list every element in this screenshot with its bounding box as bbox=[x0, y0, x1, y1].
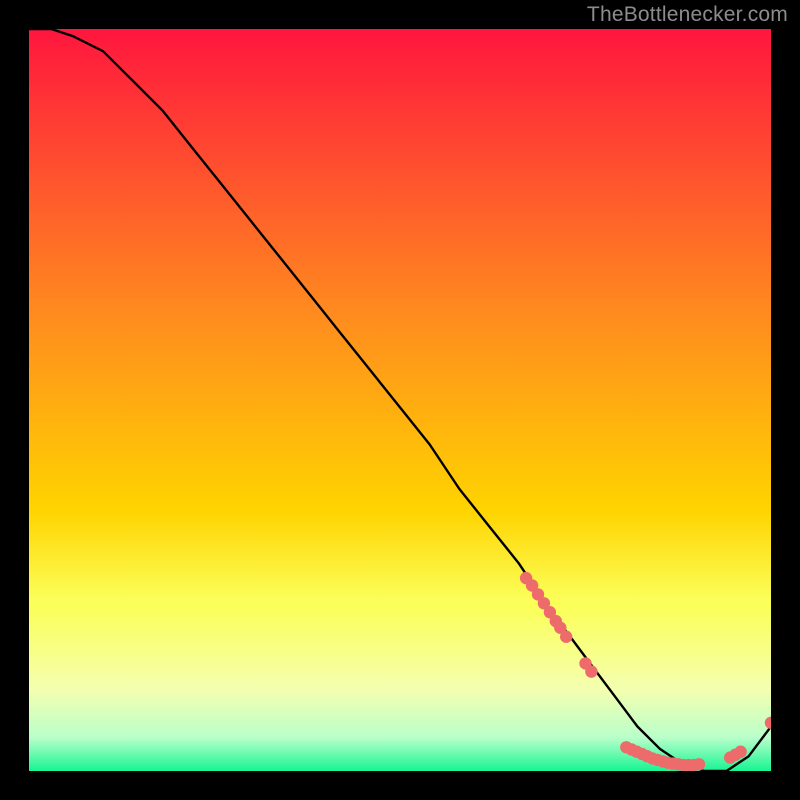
curve-marker bbox=[560, 631, 572, 643]
watermark-text: TheBottlenecker.com bbox=[587, 3, 788, 27]
curve-marker bbox=[585, 665, 597, 677]
gradient-background bbox=[29, 29, 771, 771]
curve-marker bbox=[734, 746, 746, 758]
bottleneck-chart bbox=[29, 29, 771, 771]
curve-marker bbox=[693, 758, 705, 770]
chart-frame: TheBottlenecker.com bbox=[0, 0, 800, 800]
